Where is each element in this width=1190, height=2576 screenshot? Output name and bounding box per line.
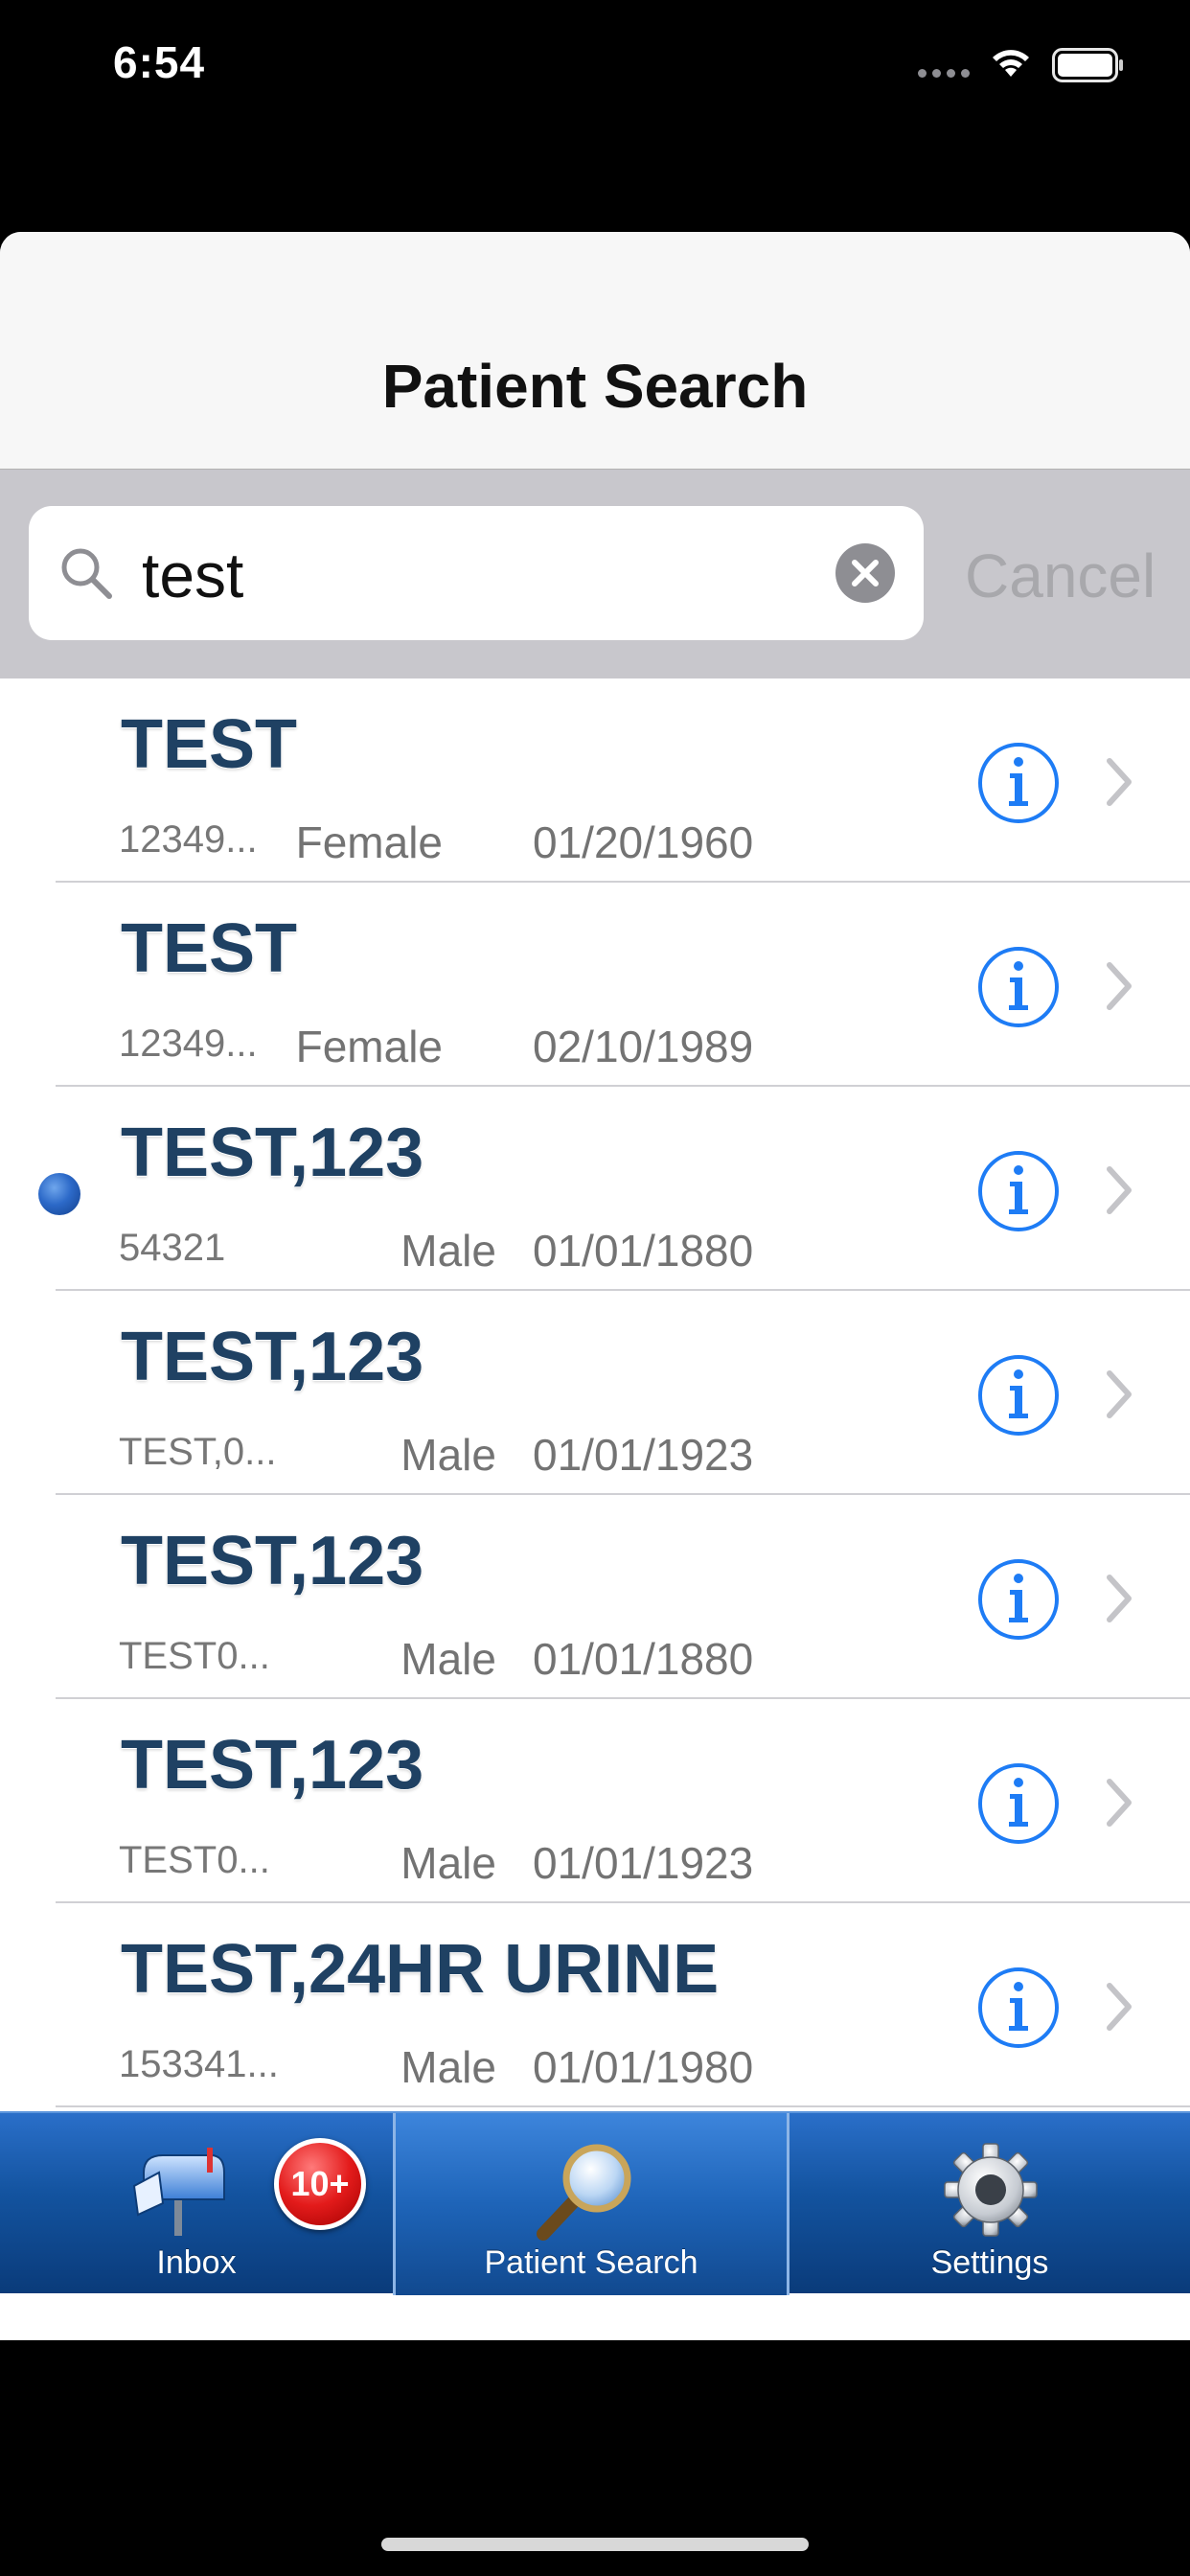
patient-name: TEST,123: [121, 1115, 424, 1191]
status-bar: 6:54: [0, 0, 1190, 134]
patient-row[interactable]: TEST,123 TEST0... Male 01/01/1880: [0, 1495, 1190, 1699]
patient-row[interactable]: TEST 12349... Female 02/10/1989: [0, 883, 1190, 1087]
wifi-icon: [993, 50, 1029, 77]
tab-label-patient-search: Patient Search: [484, 2244, 698, 2281]
cancel-button[interactable]: Cancel: [965, 540, 1156, 611]
patient-search-sheet: Patient Search test Cancel TEST 12349... F…: [0, 232, 1190, 2340]
search-query-text[interactable]: test: [142, 539, 243, 611]
patient-gender: Female: [295, 1022, 443, 1071]
page-title: Patient Search: [381, 352, 809, 421]
patient-dob: 01/01/1880: [533, 1634, 754, 1684]
info-icon[interactable]: [977, 1762, 1060, 1845]
patient-dob: 01/01/1880: [533, 1226, 754, 1276]
tab-bar: 10+ Inbox Patient Search Settings: [0, 2111, 1190, 2295]
tab-label-inbox: Inbox: [156, 2244, 237, 2281]
patient-row[interactable]: TEST,123 TEST0... Male 01/01/1923: [0, 1699, 1190, 1903]
patient-gender: Male: [400, 1634, 496, 1684]
clear-icon[interactable]: [835, 543, 895, 603]
tab-settings[interactable]: Settings: [790, 2113, 1190, 2295]
status-time: 6:54: [113, 37, 206, 87]
search-bar: test Cancel: [0, 470, 1190, 678]
info-icon[interactable]: [977, 1558, 1060, 1641]
cellular-signal-icon: [918, 69, 972, 79]
selected-patient-dot: [38, 1173, 80, 1215]
chevron-right-icon: [1107, 1370, 1132, 1418]
info-icon[interactable]: [977, 946, 1060, 1028]
navigation-bar: Patient Search: [0, 232, 1190, 470]
patient-name: TEST,123: [121, 1523, 424, 1599]
home-indicator[interactable]: [381, 2538, 809, 2551]
gear-icon: [944, 2143, 1038, 2237]
patient-row[interactable]: TEST,123 TEST,0... Male 01/01/1923: [0, 1291, 1190, 1495]
mailbox-icon: [132, 2148, 225, 2236]
patient-list[interactable]: TEST 12349... Female 01/20/1960 TEST 12349...…: [0, 678, 1190, 2111]
patient-row[interactable]: TEST 12349... Female 01/20/1960: [0, 678, 1190, 883]
tab-label-settings: Settings: [930, 2244, 1049, 2281]
patient-name: TEST,123: [121, 1727, 424, 1804]
patient-dob: 01/20/1960: [533, 817, 754, 867]
patient-dob: 01/01/1980: [533, 2042, 754, 2092]
info-icon[interactable]: [977, 742, 1060, 824]
patient-name: TEST: [121, 706, 298, 783]
inbox-badge: 10+: [274, 2138, 366, 2230]
patient-gender: Male: [400, 2042, 496, 2092]
search-icon: [61, 548, 112, 599]
chevron-right-icon: [1107, 758, 1132, 806]
magnifier-icon: [537, 2144, 631, 2241]
patient-name: TEST,24HR URINE: [121, 1931, 720, 2008]
patient-row[interactable]: TEST,24HR URINE 153341... Male 01/01/1980: [0, 1903, 1190, 2107]
patient-name: TEST: [121, 910, 298, 987]
patient-name: TEST,123: [121, 1319, 424, 1395]
patient-dob: 01/01/1923: [533, 1430, 754, 1480]
patient-gender: Female: [295, 817, 443, 867]
info-icon[interactable]: [977, 1150, 1060, 1232]
tab-patient-search[interactable]: Patient Search: [393, 2113, 790, 2295]
patient-dob: 02/10/1989: [533, 1022, 754, 1071]
chevron-right-icon: [1107, 1166, 1132, 1214]
search-input[interactable]: test: [29, 506, 924, 640]
info-icon[interactable]: [977, 1966, 1060, 2049]
tab-inbox[interactable]: 10+ Inbox: [0, 2113, 393, 2295]
chevron-right-icon: [1107, 1983, 1132, 2031]
patient-row[interactable]: TEST,123 54321 Male 01/01/1880: [0, 1087, 1190, 1291]
patient-gender: Male: [400, 1430, 496, 1480]
patient-dob: 01/01/1923: [533, 1838, 754, 1888]
row-divider: [56, 2105, 1190, 2107]
chevron-right-icon: [1107, 962, 1132, 1010]
patient-gender: Male: [400, 1226, 496, 1276]
battery-icon: [1052, 48, 1123, 82]
info-icon[interactable]: [977, 1354, 1060, 1437]
chevron-right-icon: [1107, 1779, 1132, 1827]
patient-gender: Male: [400, 1838, 496, 1888]
chevron-right-icon: [1107, 1575, 1132, 1622]
